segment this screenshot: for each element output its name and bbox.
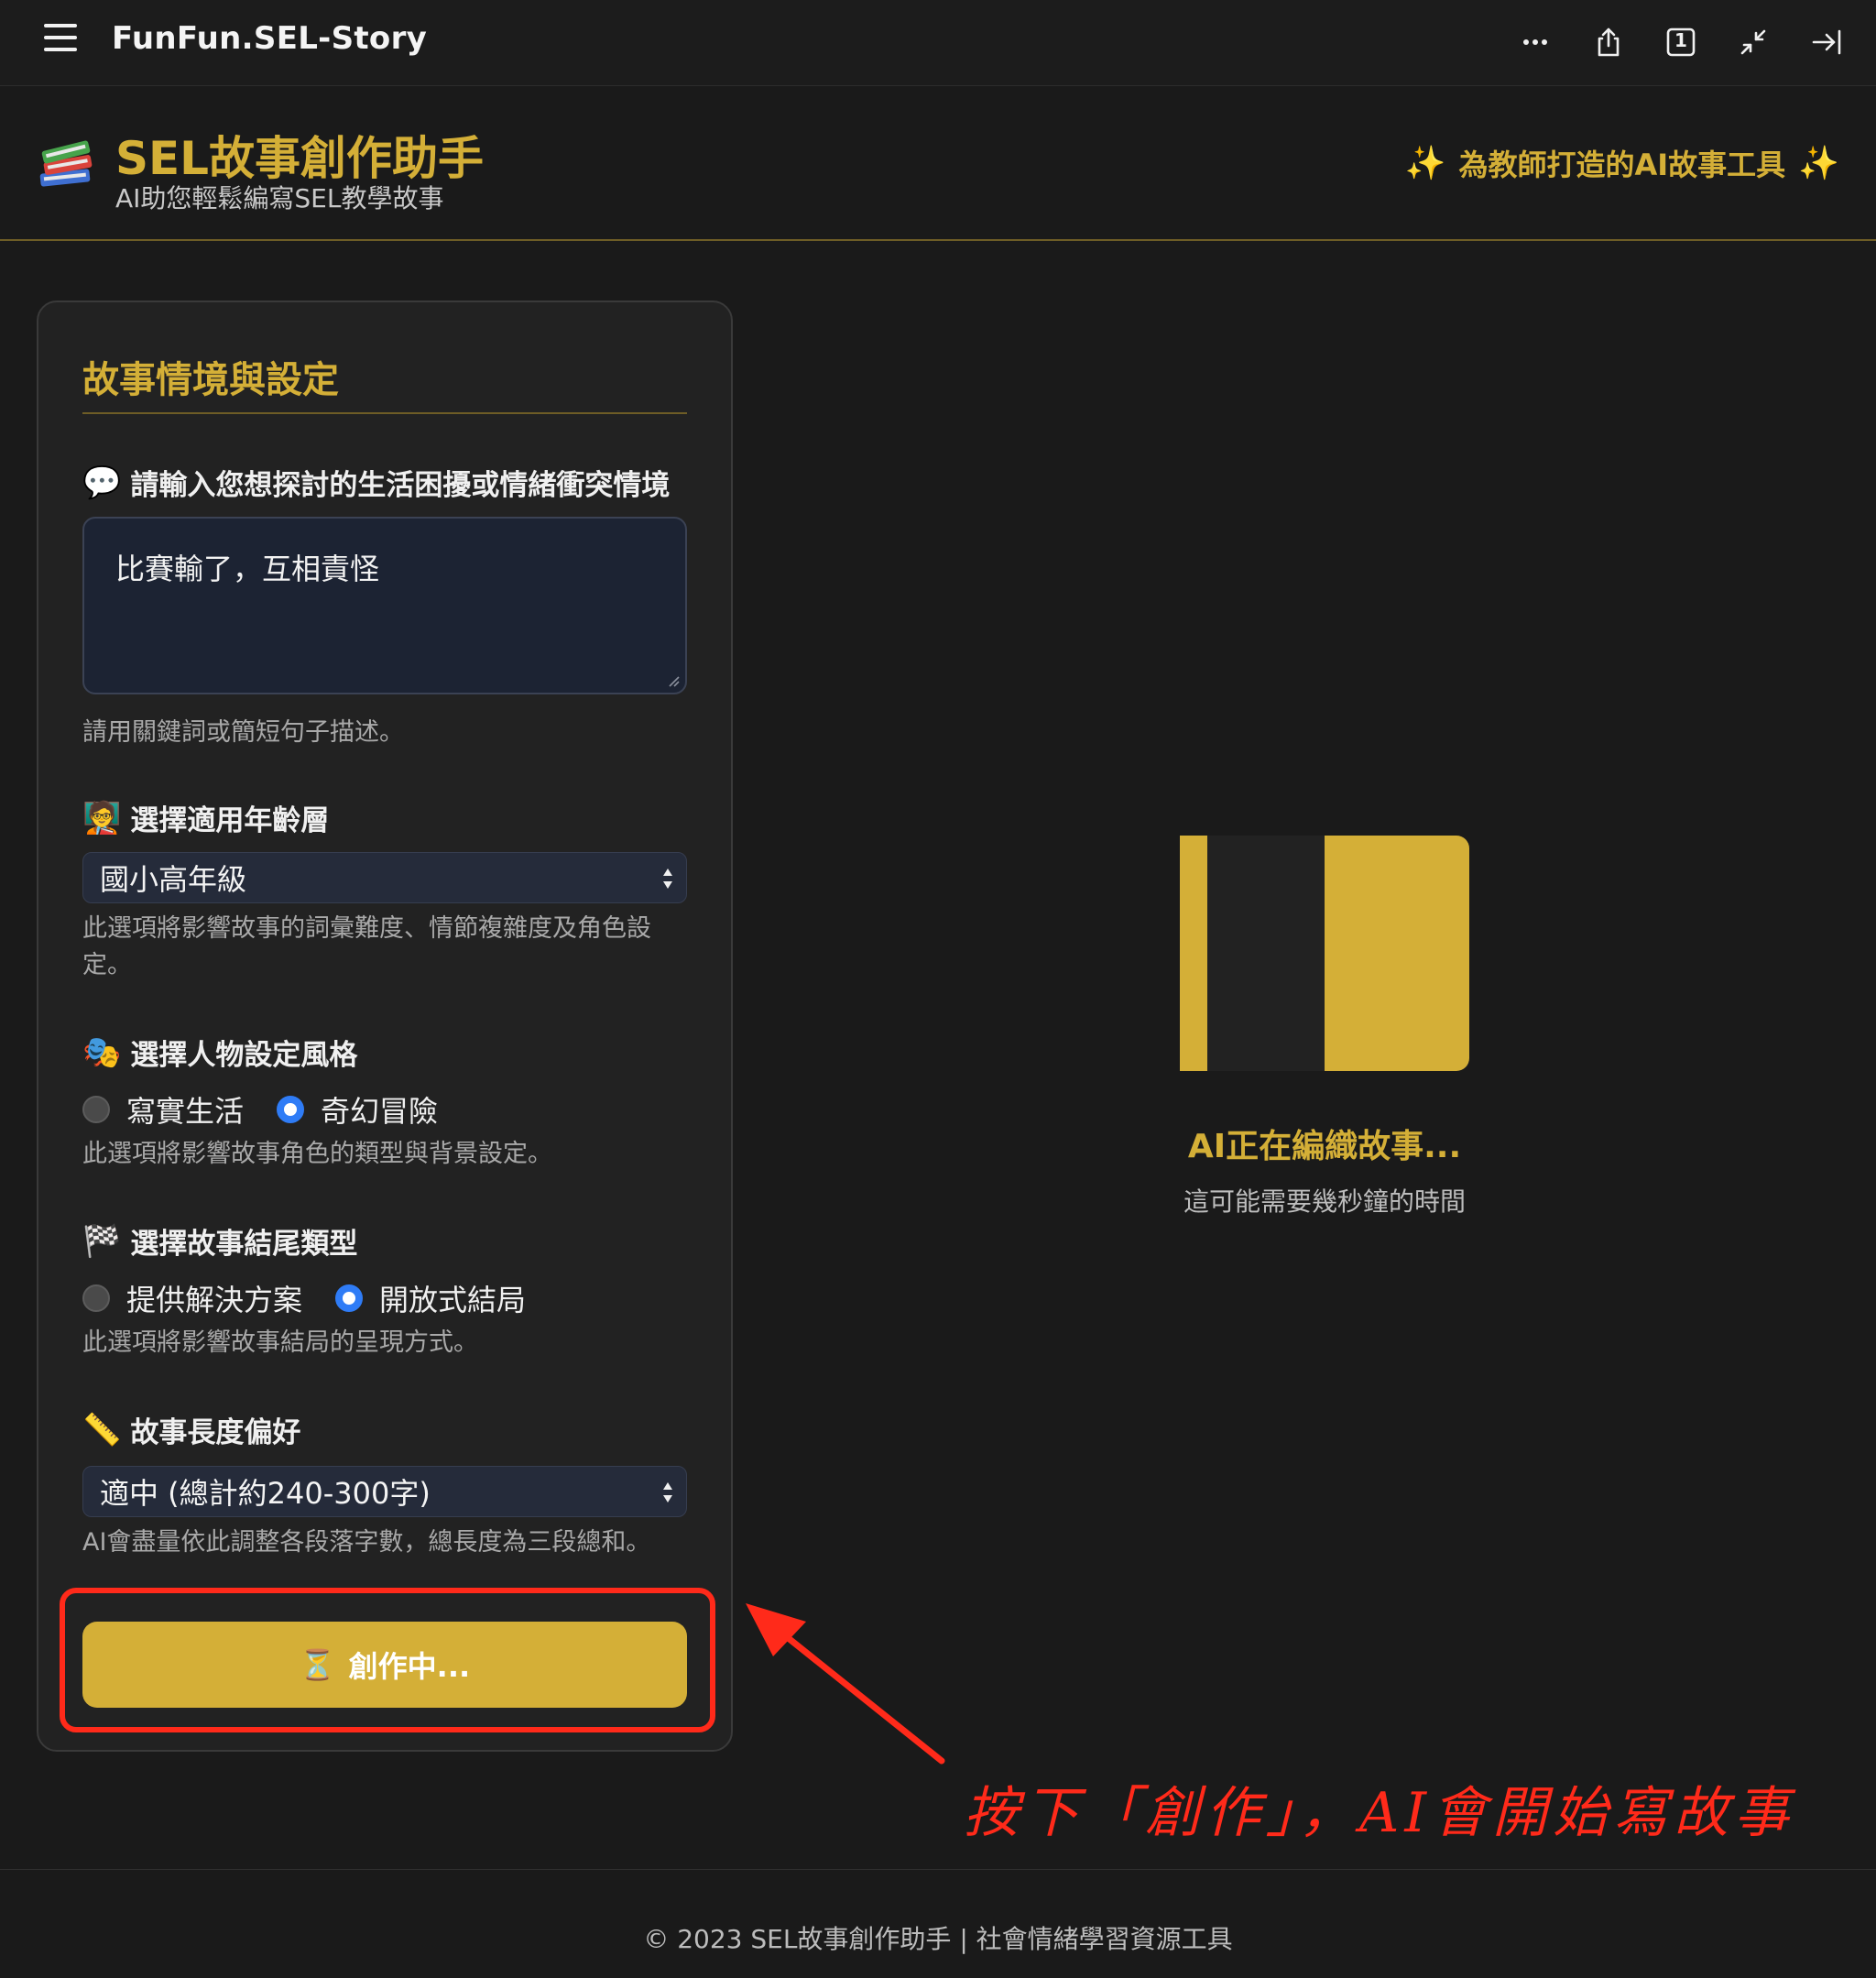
radio-fantasy[interactable] — [277, 1096, 305, 1123]
length-label-text: 故事長度偏好 — [130, 1416, 301, 1449]
select-arrows-icon — [663, 1482, 672, 1503]
hamburger-menu-icon[interactable] — [44, 24, 77, 53]
ending-radio-group: 提供解決方案 開放式結局 — [82, 1277, 559, 1319]
ending-label: 🏁 選擇故事結尾類型 — [82, 1220, 357, 1262]
panel-divider — [82, 412, 687, 414]
radio-realistic[interactable] — [82, 1096, 110, 1123]
book-loading-icon — [1180, 836, 1469, 1071]
books-icon — [37, 135, 97, 191]
panel-title: 故事情境與設定 — [82, 359, 339, 401]
tab-count-icon[interactable]: 1 — [1663, 24, 1699, 60]
age-select[interactable]: 國小高年級 — [82, 852, 687, 903]
theater-masks-icon: 🎭 — [82, 1033, 122, 1071]
app-toolbar: FunFun.SEL-Story 1 — [0, 0, 1876, 86]
sparkle-icon: ✨ — [1798, 145, 1839, 182]
loading-title: AI正在編織故事... — [1187, 1128, 1462, 1165]
situation-value: 比賽輸了，互相責怪 — [115, 552, 380, 586]
story-settings-panel: 故事情境與設定 💬 請輸入您想探討的生活困擾或情緒衝突情境 比賽輸了，互相責怪 … — [37, 301, 733, 1752]
radio-fantasy-label[interactable]: 奇幻冒險 — [321, 1088, 438, 1131]
ending-label-text: 選擇故事結尾類型 — [130, 1228, 358, 1261]
age-label: 🧑‍🏫 選擇適用年齡層 — [82, 797, 329, 838]
age-selected-value: 國小高年級 — [100, 862, 247, 897]
tab-count: 1 — [1674, 29, 1687, 51]
checkered-flag-icon: 🏁 — [82, 1222, 122, 1260]
age-hint: 此選項將影響故事的詞彙難度、情節複雜度及角色設定。 — [82, 914, 651, 979]
radio-solution-label[interactable]: 提供解決方案 — [126, 1277, 302, 1319]
situation-hint: 請用關鍵詞或簡短句子描述。 — [82, 718, 404, 747]
annotation-arrow-icon — [746, 1603, 945, 1765]
situation-label: 💬 請輸入您想探討的生活困擾或情緒衝突情境 — [82, 462, 670, 503]
length-label: 📏 故事長度偏好 — [82, 1409, 300, 1450]
tagline-text: 為教師打造的AI故事工具 — [1458, 148, 1786, 182]
length-selected-value: 適中 (總計約240-300字) — [100, 1476, 431, 1511]
share-icon[interactable] — [1590, 24, 1627, 60]
minimize-icon[interactable] — [1735, 24, 1772, 60]
app-title: FunFun.SEL-Story — [112, 20, 428, 57]
resize-grip-icon[interactable] — [667, 674, 680, 687]
app-header: SEL故事創作助手 AI助您輕鬆編寫SEL教學故事 ✨ 為教師打造的AI故事工具… — [0, 87, 1876, 241]
character-style-label: 🎭 選擇人物設定風格 — [82, 1032, 357, 1073]
footer-copyright: © 2023 SEL故事創作助手 | 社會情緒學習資源工具 — [643, 1924, 1233, 1954]
radio-open-ending[interactable] — [335, 1284, 364, 1312]
header-tagline: ✨ 為教師打造的AI故事工具 ✨ — [1405, 142, 1839, 184]
character-style-hint: 此選項將影響故事角色的類型與背景設定。 — [82, 1140, 552, 1168]
collapse-sidebar-icon[interactable] — [1808, 24, 1845, 60]
annotation-text: 按下「創作」，AI會開始寫故事 — [964, 1781, 1795, 1845]
radio-realistic-label[interactable]: 寫實生活 — [126, 1088, 244, 1131]
character-style-radio-group: 寫實生活 奇幻冒險 — [82, 1088, 471, 1131]
radio-open-ending-label[interactable]: 開放式結局 — [379, 1277, 526, 1319]
length-select[interactable]: 適中 (總計約240-300字) — [82, 1466, 687, 1517]
situation-textarea[interactable]: 比賽輸了，互相責怪 — [82, 517, 687, 694]
more-icon[interactable] — [1517, 24, 1554, 60]
situation-label-text: 請輸入您想探討的生活困擾或情緒衝突情境 — [130, 469, 671, 502]
speech-bubble-icon: 💬 — [82, 464, 122, 501]
page-subtitle: AI助您輕鬆編寫SEL教學故事 — [115, 183, 444, 213]
radio-solution[interactable] — [82, 1284, 110, 1312]
age-label-text: 選擇適用年齡層 — [130, 804, 330, 837]
loading-subtitle: 這可能需要幾秒鐘的時間 — [1183, 1186, 1466, 1217]
sparkle-icon: ✨ — [1404, 145, 1446, 182]
length-hint: AI會盡量依此調整各段落字數，總長度為三段總和。 — [82, 1528, 651, 1557]
annotation-highlight-box — [60, 1588, 715, 1732]
page-footer: © 2023 SEL故事創作助手 | 社會情緒學習資源工具 — [0, 1869, 1876, 1978]
ruler-icon: 📏 — [82, 1411, 122, 1448]
character-style-label-text: 選擇人物設定風格 — [130, 1039, 358, 1072]
teacher-icon: 🧑‍🏫 — [82, 799, 122, 836]
ending-hint: 此選項將影響故事結局的呈現方式。 — [82, 1328, 478, 1357]
select-arrows-icon — [663, 869, 672, 889]
